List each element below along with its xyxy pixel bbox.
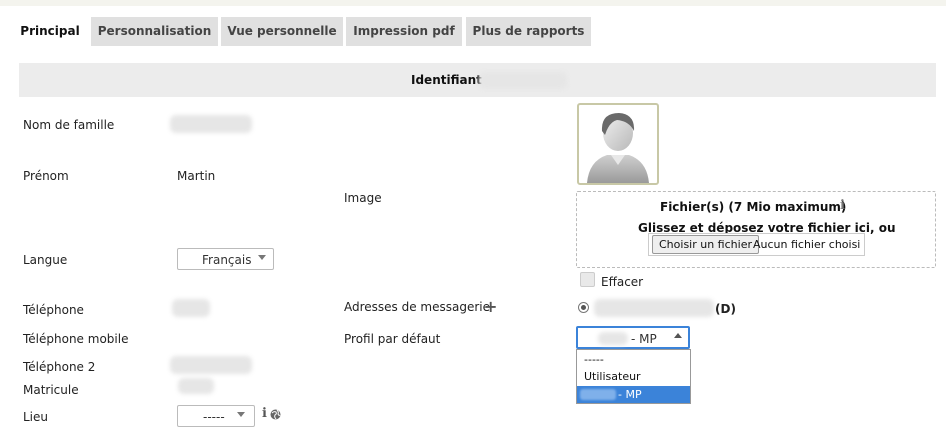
profil-option[interactable]: -----: [577, 351, 690, 368]
profil-label: Profil par défaut: [344, 332, 441, 346]
profil-option-selected-label: - MP: [618, 388, 642, 401]
nom-famille-value-redacted: [170, 115, 252, 133]
image-label: Image: [344, 191, 382, 205]
identifiant-value-redacted: [479, 72, 567, 89]
profil-select[interactable]: - MP: [576, 326, 690, 349]
telephone-mobile-label: Téléphone mobile: [23, 332, 129, 346]
tab-personnalisation[interactable]: Personnalisation: [91, 17, 218, 46]
tab-vue-personnelle[interactable]: Vue personnelle: [221, 17, 343, 46]
tab-principal[interactable]: Principal: [12, 17, 88, 46]
info-icon[interactable]: ℹ: [262, 406, 267, 421]
telephone-2-value-redacted: [170, 356, 252, 374]
tab-plus-de-rapports[interactable]: Plus de rapports: [466, 17, 591, 46]
langue-label: Langue: [23, 253, 68, 267]
email-default-marker: (D): [715, 302, 736, 316]
matricule-label: Matricule: [23, 383, 79, 397]
user-avatar-icon: [587, 113, 649, 183]
profil-value-redacted: [598, 332, 628, 345]
profil-option[interactable]: Utilisateur: [577, 368, 690, 385]
lieu-label: Lieu: [23, 410, 49, 424]
identifiant-bar: Identifiant :: [19, 63, 936, 97]
adresses-label: Adresses de messagerie: [344, 300, 491, 314]
matricule-value-redacted: [178, 378, 214, 394]
nom-famille-label: Nom de famille: [23, 118, 115, 132]
globe-icon[interactable]: [270, 409, 281, 420]
email-value-redacted: [594, 299, 714, 317]
langue-select-value: Français: [202, 253, 252, 267]
no-file-text: Aucun fichier choisi: [753, 238, 861, 251]
telephone-label: Téléphone: [23, 303, 84, 317]
profil-option-redacted: [580, 389, 616, 400]
telephone-value-redacted: [172, 299, 210, 317]
langue-select[interactable]: Français: [177, 248, 274, 270]
profil-options-list: ----- Utilisateur - MP: [576, 349, 691, 404]
delete-image-label: Effacer: [601, 275, 644, 289]
lieu-select-value: -----: [203, 410, 225, 424]
profil-option-selected[interactable]: - MP: [577, 386, 690, 403]
choose-file-button[interactable]: Choisir un fichier: [652, 235, 759, 254]
email-radio[interactable]: [578, 302, 589, 313]
tab-impression-pdf[interactable]: Impression pdf: [346, 17, 462, 46]
chevron-down-icon: [237, 412, 245, 417]
chevron-down-icon: [258, 255, 266, 260]
chevron-up-icon: [674, 333, 682, 338]
prenom-label: Prénom: [23, 169, 69, 183]
user-avatar[interactable]: [577, 103, 659, 185]
profil-select-value: - MP: [631, 332, 657, 346]
top-strip: [0, 0, 946, 6]
info-icon[interactable]: ℹ: [840, 198, 845, 213]
telephone-2-label: Téléphone 2: [23, 360, 96, 374]
delete-image-checkbox[interactable]: [580, 272, 595, 287]
lieu-select[interactable]: -----: [177, 405, 255, 427]
file-input[interactable]: Choisir un fichier Aucun fichier choisi: [648, 233, 865, 256]
upload-title: Fichier(s) (7 Mio maximum): [660, 200, 847, 214]
file-dropzone[interactable]: Fichier(s) (7 Mio maximum) ℹ Glissez et …: [576, 191, 936, 268]
plus-icon[interactable]: +: [484, 297, 497, 316]
prenom-value: Martin: [177, 169, 216, 183]
